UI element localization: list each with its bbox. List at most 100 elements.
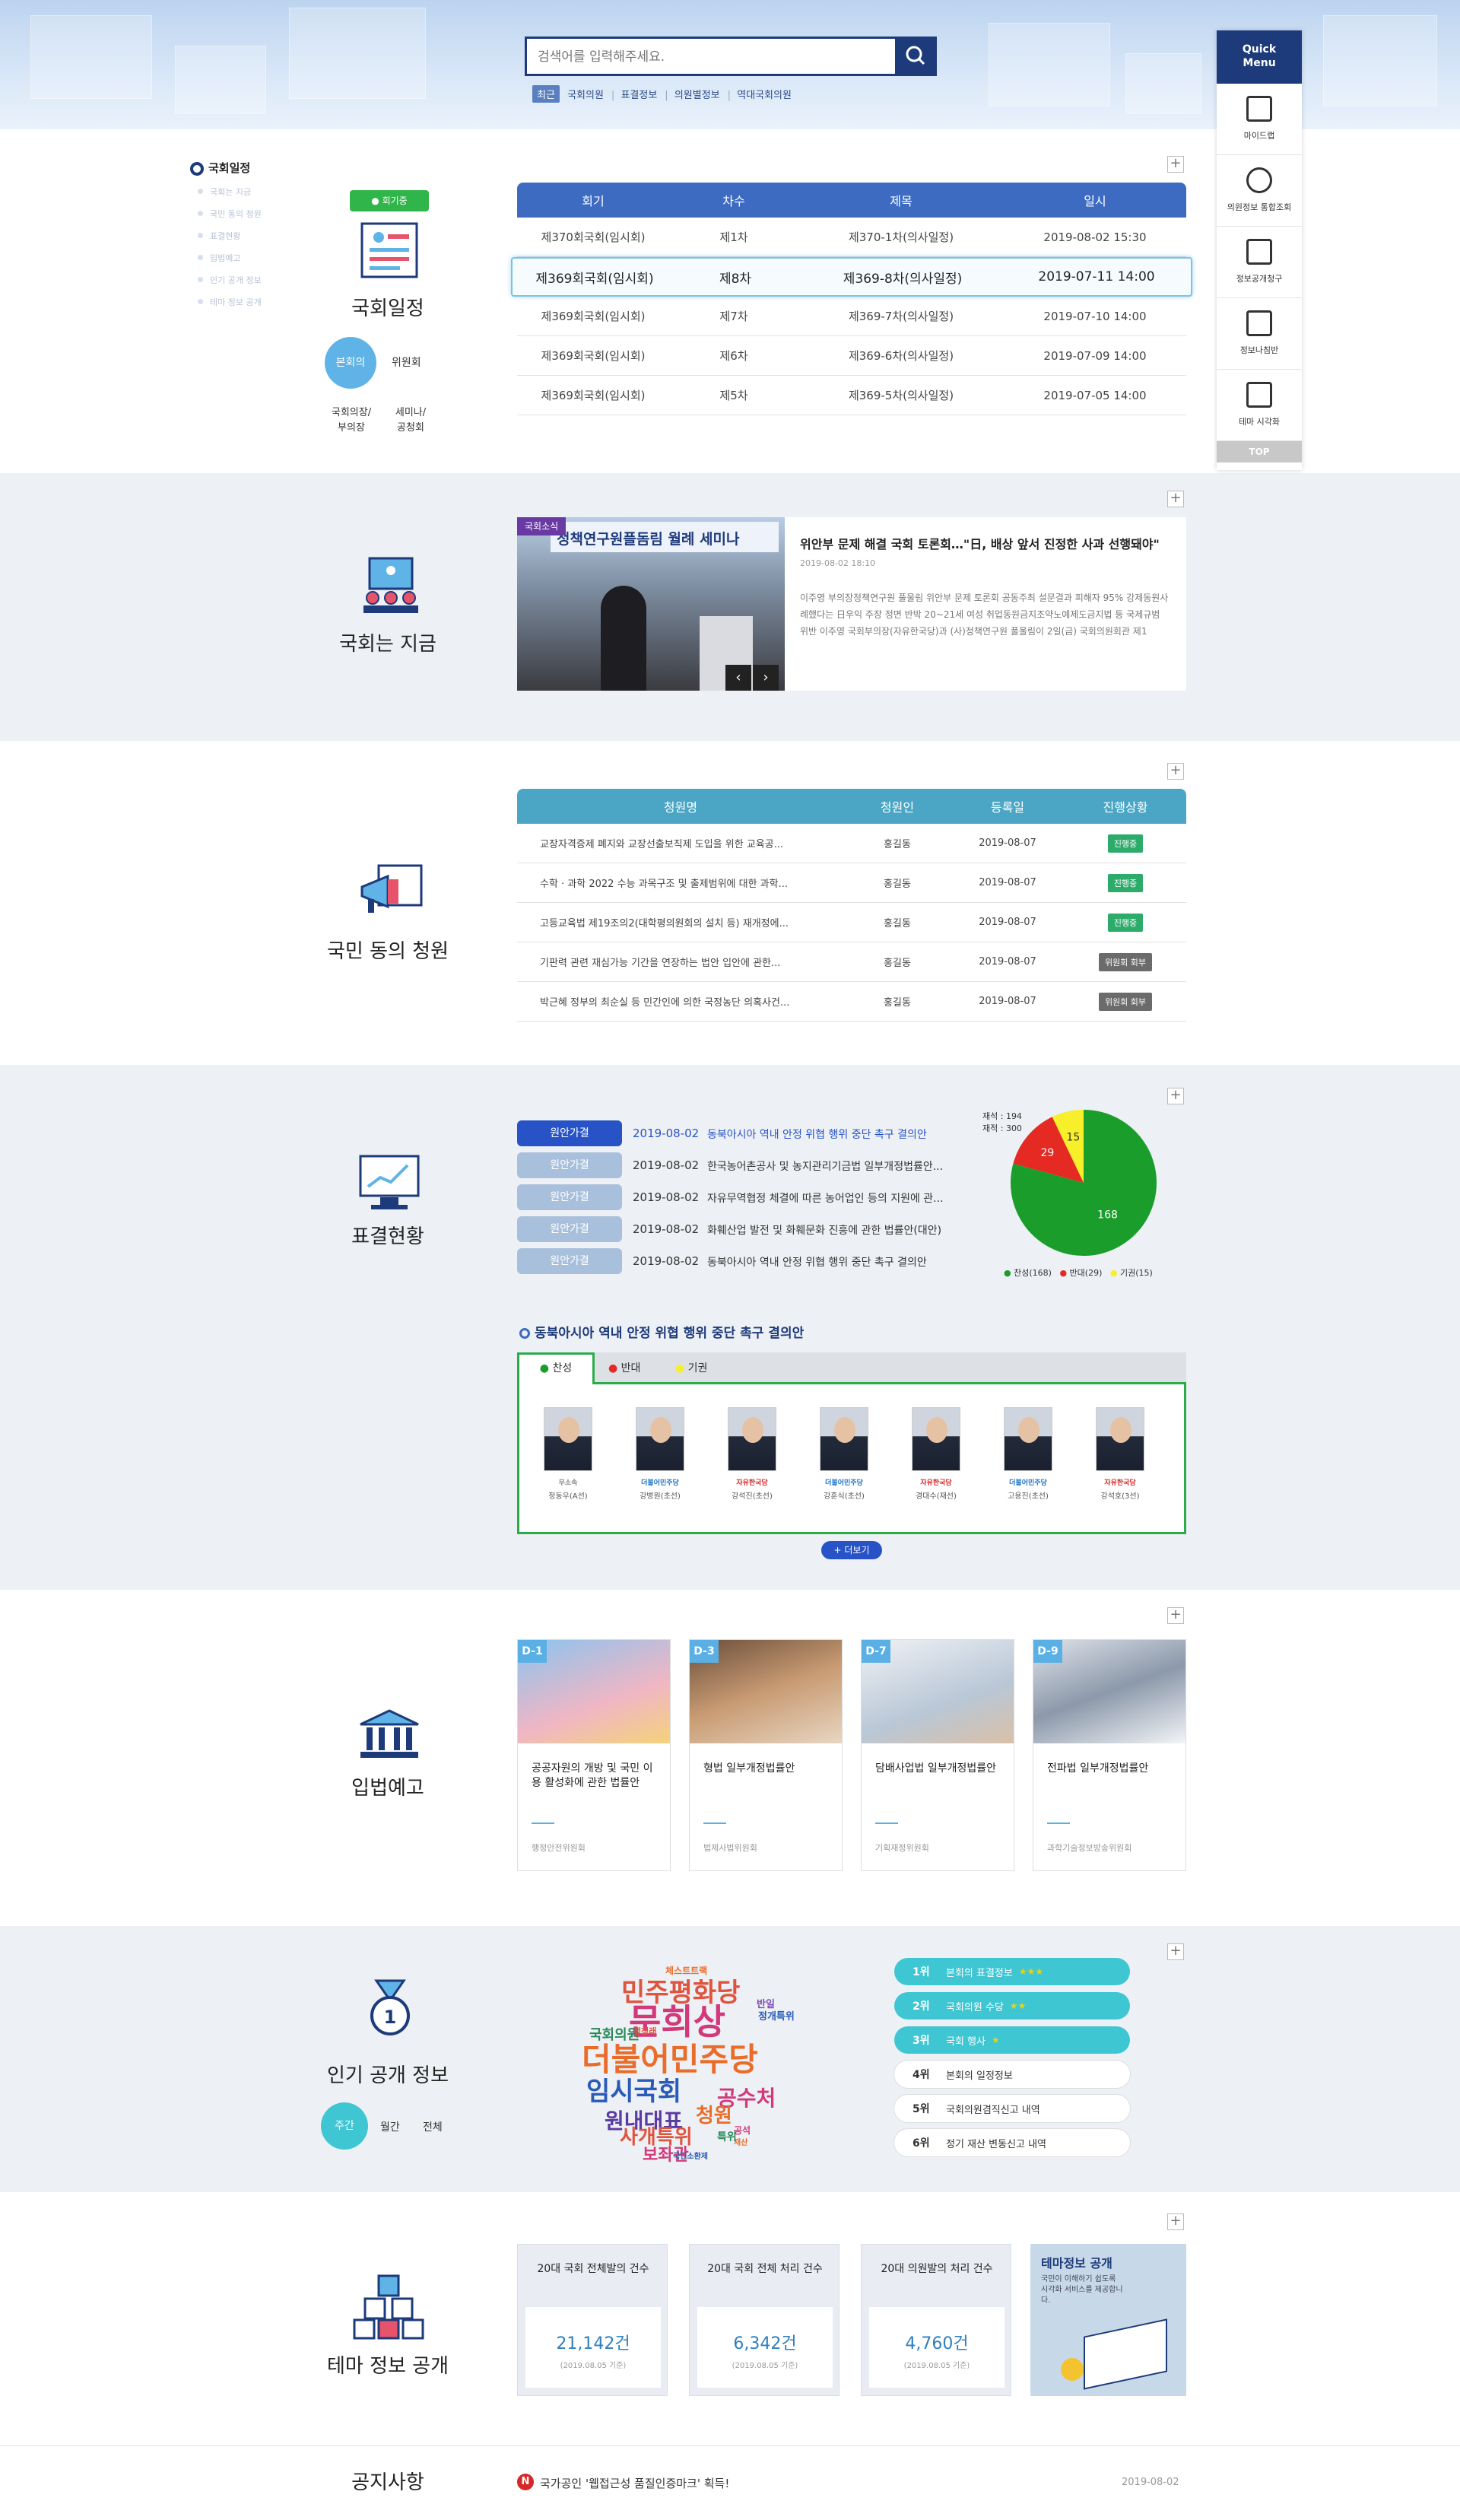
side-nav-current[interactable]: 국회일정 [190,160,262,176]
member-photo[interactable] [912,1407,960,1471]
side-nav-item[interactable]: 인기 공개 정보 [190,274,262,286]
member-name[interactable]: 고용진(초선) [989,1489,1068,1501]
member-name[interactable]: 강병원(초선) [620,1489,700,1501]
side-nav-item[interactable]: 국회는 지금 [190,186,262,198]
tab-all[interactable]: 전체 [423,2119,443,2134]
legislation-card[interactable]: D-3 형법 일부개정법률안 법제사법위원회 [689,1639,843,1871]
tab-abstain[interactable]: ● 기권 [675,1360,707,1375]
more-plus-icon[interactable]: + [1167,1607,1184,1624]
news-card[interactable]: 위안부 문제 해결 국회 토론회…"日, 배상 앞서 진정한 사과 선행돼야" … [785,517,1186,691]
stat-card[interactable]: 20대 국회 전체 처리 건수 6,342건 (2019.08.05 기준) [689,2244,840,2396]
rank-item[interactable]: 3위 국회 행사 ★ [894,2026,1130,2054]
quick-item[interactable]: 의원정보 통합조회 [1217,155,1302,227]
tab-monthly[interactable]: 월간 [380,2119,400,2134]
theme-promo[interactable]: 테마정보 공개 국민이 이해하기 쉽도록 시각화 서비스를 제공합니다. [1030,2244,1186,2396]
word-cloud-word[interactable]: 체스트트랙 [665,1966,707,1975]
top-button[interactable]: TOP [1217,441,1302,462]
vote-title[interactable]: 동북아시아 역내 안정 위협 행위 중단 촉구 결의안 [707,1127,966,1142]
legislation-title[interactable]: 형법 일부개정법률안 [703,1762,833,1776]
quick-item[interactable]: 테마 시각화 [1217,370,1302,441]
quick-item[interactable]: 정보나침반 [1217,298,1302,370]
news-photo[interactable]: 정책연구원플돔림 월례 세미나 국회소식 ‹ › [517,517,785,691]
more-plus-icon[interactable]: + [1167,2213,1184,2230]
legislation-card[interactable]: D-1 공공자원의 개방 및 국민 이용 활성화에 관한 법률안 행정안전위원회 [517,1639,671,1871]
quick-item[interactable]: 마이드랩 [1217,84,1302,155]
tab-plenary[interactable]: 본회의 [325,337,376,389]
petition-title[interactable]: 박근혜 정부의 최순실 등 민간인에 의한 국정농단 의혹사건... [540,982,844,1021]
member-photo[interactable] [728,1407,776,1471]
tag-link[interactable]: 표결정보 [620,87,657,101]
petition-title[interactable]: 고등교육법 제19조의2(대학평의원회의 설치 등) 재개정에... [540,903,844,942]
petition-row[interactable]: 고등교육법 제19조의2(대학평의원회의 설치 등) 재개정에... 홍길동 201… [517,903,1186,942]
vote-title[interactable]: 동북아시아 역내 안정 위협 행위 중단 촉구 결의안 [707,1254,966,1270]
vote-result-tag[interactable]: 원안가결 [517,1248,622,1274]
more-plus-icon[interactable]: + [1167,1943,1184,1960]
rank-item[interactable]: 4위 본회의 일정정보 [894,2061,1130,2088]
side-nav-item[interactable]: 테마 정보 공개 [190,296,262,308]
member-photo[interactable] [1096,1407,1144,1471]
word-cloud-word[interactable]: 국회의원 [589,2029,640,2042]
member-photo[interactable] [544,1407,592,1471]
notice-link[interactable]: 국가공인 '웹접근성 품질인증마크' 획득! [540,2475,729,2491]
vote-result-tag[interactable]: 원안가결 [517,1184,622,1210]
search-button[interactable] [895,37,937,76]
rank-item[interactable]: 5위 국회의원겸직신고 내역 [894,2095,1130,2122]
member-photo[interactable] [1004,1407,1052,1471]
vote-result-tag[interactable]: 원안가결 [517,1216,622,1242]
vote-title[interactable]: 한국농어촌공사 및 농지관리기금법 일부개정법률안... [707,1158,966,1174]
word-cloud-word[interactable]: 반일 [757,2000,775,2010]
side-nav-item[interactable]: 표결현황 [190,230,262,242]
petition-row[interactable]: 박근혜 정부의 최순실 등 민간인에 의한 국정농단 의혹사건... 홍길동 201… [517,982,1186,1022]
vote-result-tag[interactable]: 원안가결 [517,1120,622,1146]
side-nav-item[interactable]: 입법예고 [190,252,262,264]
vote-result-tag[interactable]: 원안가결 [517,1152,622,1178]
tab-weekly[interactable]: 주간 [321,2102,368,2150]
more-plus-icon[interactable]: + [1167,763,1184,780]
tag-link[interactable]: 역대국회의원 [737,87,792,101]
word-cloud-word[interactable]: 정개특위 [758,2012,795,2022]
petition-row[interactable]: 교장자격증제 폐지와 교장선출보직제 도입을 위한 교육공... 홍길동 2019-… [517,824,1186,863]
rank-item[interactable]: 1위 본회의 표결정보 ★★★ [894,1958,1130,1985]
word-cloud-word[interactable]: 더불어민주당 [582,2044,758,2076]
member-name[interactable]: 강석진(초선) [713,1489,792,1501]
word-cloud-word[interactable]: 사개특위 [620,2128,693,2147]
member-photo[interactable] [820,1407,868,1471]
schedule-row[interactable]: 제369회국회(임시회) 제7차 제369-7차(의사일정) 2019-07-10 1… [517,297,1186,336]
more-button[interactable]: + 더보기 [821,1541,882,1559]
tab-committee[interactable]: 위원회 [392,354,421,370]
tab-seminar[interactable]: 세미나/공청회 [384,405,437,436]
word-cloud-word[interactable]: 임시국회 [586,2079,681,2105]
petition-title[interactable]: 교장자격증제 폐지와 교장선출보직제 도입을 위한 교육공... [540,824,844,863]
rank-item[interactable]: 6위 정기 재산 변동신고 내역 [894,2129,1130,2156]
news-headline[interactable]: 위안부 문제 해결 국회 토론회…"日, 배상 앞서 진정한 사과 선행돼야" [800,534,1171,552]
side-nav-item[interactable]: 국민 동의 청원 [190,208,262,220]
legislation-title[interactable]: 공공자원의 개방 및 국민 이용 활성화에 관한 법률안 [532,1762,661,1791]
vote-title[interactable]: 화훼산업 발전 및 화훼문화 진흥에 관한 법률안(대안) [707,1222,966,1238]
member-name[interactable]: 정동우(A선) [528,1489,608,1501]
petition-row[interactable]: 기판력 관련 재심가능 기간을 연장하는 법안 입안에 관한... 홍길동 2019… [517,942,1186,982]
vote-title[interactable]: 자유무역협정 체결에 따른 농어업인 등의 지원에 관... [707,1190,966,1206]
rank-item[interactable]: 2위 국회의원 수당 ★★ [894,1992,1130,2019]
stat-card[interactable]: 20대 국회 전체발의 건수 21,142건 (2019.08.05 기준) [517,2244,668,2396]
prev-arrow-icon[interactable]: ‹ [725,665,751,691]
word-cloud-word[interactable]: 국민소환제 [673,2153,708,2161]
tab-no[interactable]: ● 반대 [608,1360,640,1375]
word-cloud-word[interactable]: 정청래 [633,2027,656,2035]
legislation-card[interactable]: D-9 전파법 일부개정법률안 과학기술정보방송위원회 [1033,1639,1186,1871]
more-plus-icon[interactable]: + [1167,491,1184,507]
schedule-row[interactable]: 제369회국회(임시회) 제5차 제369-5차(의사일정) 2019-07-05 1… [517,376,1186,415]
word-cloud-word[interactable]: 청원 [696,2106,732,2126]
petition-title[interactable]: 기판력 관련 재심가능 기간을 연장하는 법안 입안에 관한... [540,942,844,981]
schedule-row[interactable]: 제369회국회(임시회) 제8차 제369-8차(의사일정) 2019-07-11 1… [511,257,1192,297]
tag-link[interactable]: 의원별정보 [674,87,720,101]
more-plus-icon[interactable]: + [1167,156,1184,173]
petition-title[interactable]: 수학 · 과학 2022 수능 과목구조 및 출제범위에 대한 과학... [540,863,844,902]
petition-row[interactable]: 수학 · 과학 2022 수능 과목구조 및 출제범위에 대한 과학... 홍길동… [517,863,1186,903]
tag-link[interactable]: 국회의원 [567,87,604,101]
member-name[interactable]: 강훈식(초선) [805,1489,884,1501]
search-input[interactable] [538,46,872,68]
member-name[interactable]: 경대수(재선) [897,1489,976,1501]
schedule-row[interactable]: 제369회국회(임시회) 제6차 제369-6차(의사일정) 2019-07-09 1… [517,336,1186,376]
stat-card[interactable]: 20대 의원발의 처리 건수 4,760건 (2019.08.05 기준) [861,2244,1011,2396]
word-cloud-word[interactable]: 공석 [734,2126,751,2135]
